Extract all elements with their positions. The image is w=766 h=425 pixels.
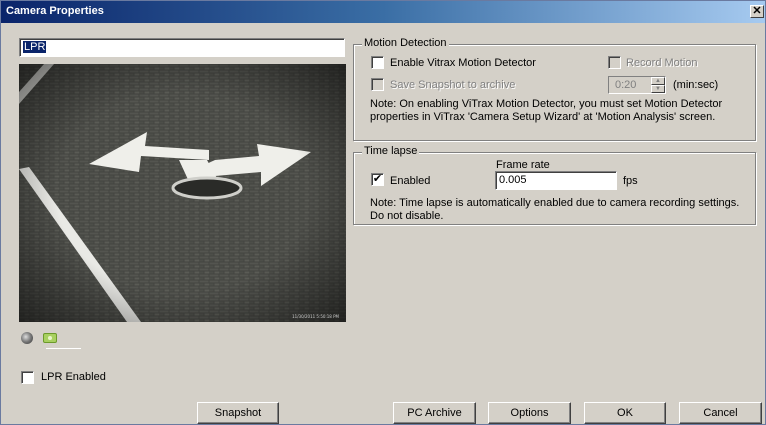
camera-name-value: LPR <box>23 41 47 53</box>
camera-properties-dialog: Camera Properties ✕ LPR 11/30/2011 5:50:… <box>0 0 766 425</box>
interval-stepper[interactable]: 0:20 ▲ ▼ <box>608 76 666 94</box>
motion-detection-note: Note: On enabling ViTrax Motion Detector… <box>370 98 723 123</box>
record-icon[interactable] <box>21 332 33 344</box>
frame-rate-input[interactable]: 0.005 <box>495 171 617 190</box>
camera-name-input[interactable]: LPR <box>19 38 345 57</box>
interval-unit: (min:sec) <box>673 79 719 91</box>
stepper-down-icon[interactable]: ▼ <box>651 85 665 93</box>
time-lapse-legend: Time lapse <box>362 145 420 157</box>
preview-timestamp: 11/30/2011 5:50:18 PM <box>292 314 339 319</box>
lpr-enabled-checkbox[interactable] <box>21 371 34 384</box>
save-snapshot-checkbox[interactable] <box>371 78 384 91</box>
time-lapse-enabled-label: Enabled <box>390 175 431 187</box>
lpr-enabled-label: LPR Enabled <box>41 371 106 383</box>
divider <box>46 348 81 349</box>
camera-icon[interactable] <box>43 333 57 343</box>
enable-motion-detector-label: Enable Vitrax Motion Detector <box>390 57 536 69</box>
frame-rate-label: Frame rate <box>496 159 550 171</box>
camera-preview: 11/30/2011 5:50:18 PM <box>19 64 346 322</box>
title-bar: Camera Properties ✕ <box>1 1 765 23</box>
stepper-arrows[interactable]: ▲ ▼ <box>651 77 665 93</box>
save-snapshot-label: Save Snapshot to archive <box>390 79 516 91</box>
enable-motion-detector-checkbox[interactable] <box>371 56 384 69</box>
road-arrow-image: 11/30/2011 5:50:18 PM <box>19 64 346 322</box>
time-lapse-enabled-checkbox[interactable]: ✔ <box>371 173 384 186</box>
record-motion-checkbox[interactable] <box>608 56 621 69</box>
snapshot-button[interactable]: Snapshot <box>197 402 279 424</box>
frame-rate-unit: fps <box>623 175 638 187</box>
interval-value: 0:20 <box>615 79 637 91</box>
stepper-up-icon[interactable]: ▲ <box>651 77 665 85</box>
time-lapse-note: Note: Time lapse is automatically enable… <box>370 197 740 222</box>
motion-detection-legend: Motion Detection <box>362 37 449 49</box>
cancel-button[interactable]: Cancel <box>679 402 762 424</box>
window-title: Camera Properties <box>6 5 104 17</box>
pc-archive-button[interactable]: PC Archive <box>393 402 476 424</box>
options-button[interactable]: Options <box>488 402 571 424</box>
record-motion-label: Record Motion <box>626 57 698 69</box>
close-icon[interactable]: ✕ <box>750 5 764 18</box>
ok-button[interactable]: OK <box>584 402 666 424</box>
